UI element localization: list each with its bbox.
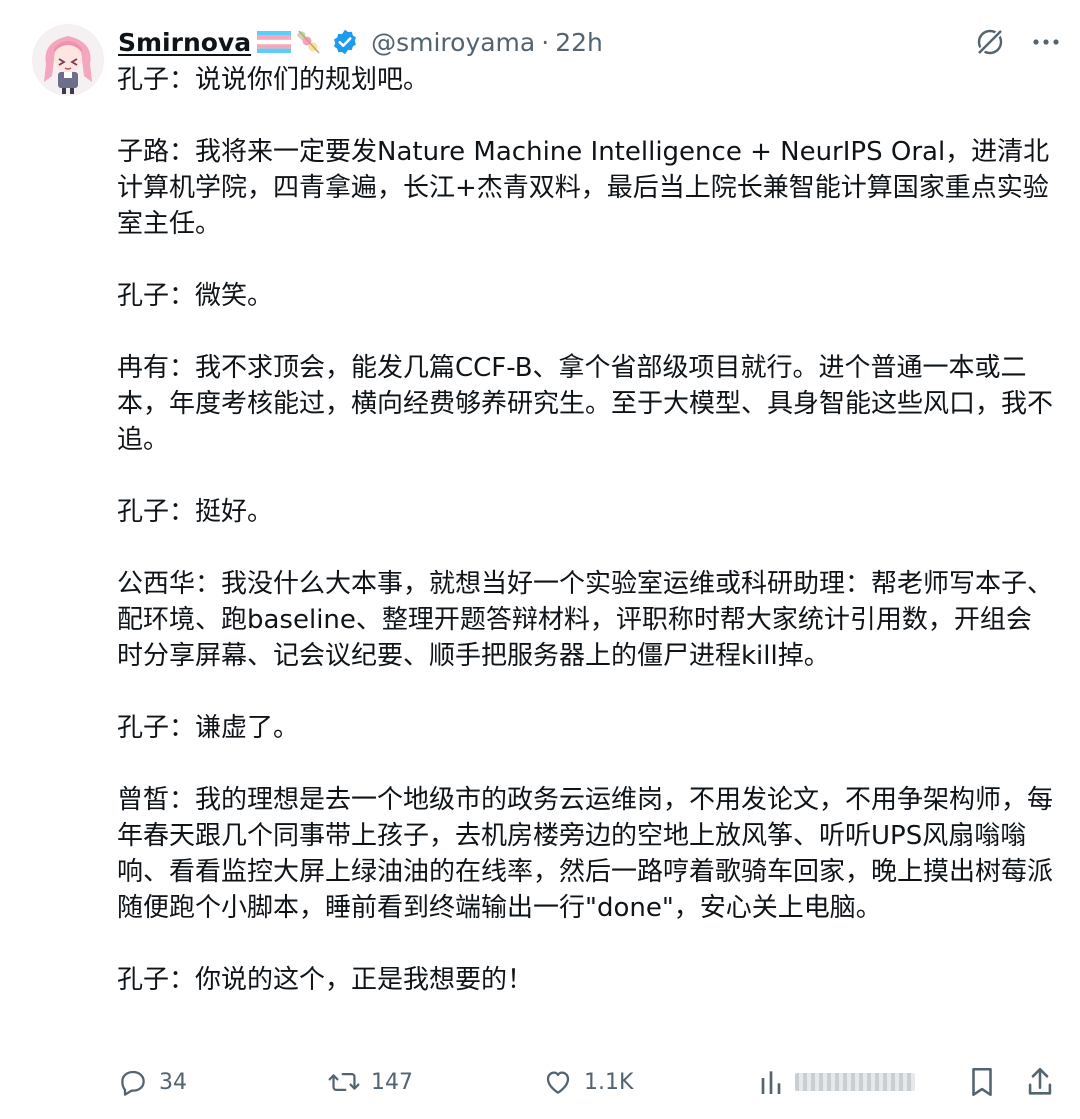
avatar[interactable]: [32, 24, 104, 96]
tweet-paragraph: 孔子：说说你们的规划吧。: [117, 65, 430, 95]
tweet-paragraph: 孔子：谦虚了。: [117, 713, 300, 743]
separator-dot: ·: [541, 27, 550, 57]
transgender-flag-icon: [257, 31, 292, 53]
reply-count: 34: [159, 1069, 187, 1095]
repost-button[interactable]: 147: [327, 1062, 413, 1102]
like-button[interactable]: 1.1K: [542, 1062, 633, 1102]
repost-count: 147: [371, 1069, 413, 1095]
grok-icon: [975, 27, 1005, 57]
reply-icon: [121, 1070, 145, 1096]
action-bar: 34 147 1.1K: [117, 1062, 1057, 1102]
verified-badge-icon: [334, 29, 357, 55]
sparkles-icon: [297, 30, 320, 54]
tweet: Smirnova @smiroyama · 22h 孔子：说说你们的规划吧。 子…: [0, 0, 1080, 1119]
timestamp[interactable]: 22h: [555, 28, 603, 57]
display-name[interactable]: Smirnova: [118, 28, 251, 57]
tweet-paragraph: 公西华：我没什么大本事，就想当好一个实验室运维或科研助理：帮老师写本子、配环境、…: [117, 569, 1054, 671]
tweet-paragraph: 孔子：你说的这个，正是我想要的！: [117, 965, 534, 995]
anime-girl-avatar-icon: [32, 24, 104, 96]
tweet-paragraph: 孔子：微笑。: [117, 281, 274, 311]
user-handle[interactable]: @smiroyama: [371, 28, 535, 57]
tweet-text: 孔子：说说你们的规划吧。 子路：我将来一定要发Nature Machine In…: [117, 62, 1057, 998]
reply-button[interactable]: 34: [117, 1062, 187, 1102]
tweet-paragraph: 曾皙：我的理想是去一个地级市的政务云运维岗，不用发论文，不用争架构师，每年春天跟…: [117, 785, 1054, 923]
like-count: 1.1K: [584, 1069, 634, 1095]
tweet-header: Smirnova @smiroyama · 22h: [118, 22, 603, 62]
bookmark-button[interactable]: [967, 1062, 1007, 1102]
more-dots-icon: [1033, 39, 1059, 45]
bookmark-icon: [972, 1067, 992, 1097]
views-chart-icon: [761, 1071, 781, 1094]
heart-icon: [546, 1071, 570, 1094]
tweet-paragraph: 子路：我将来一定要发Nature Machine Intelligence + …: [117, 137, 1050, 239]
views-count-blurred: [795, 1073, 915, 1091]
tweet-paragraph: 冉有：我不求顶会，能发几篇CCF-B、拿个省部级项目就行。进个普通一本或二本，年…: [117, 353, 1054, 455]
share-icon: [1028, 1067, 1052, 1095]
views-button[interactable]: [757, 1062, 915, 1102]
more-options-button[interactable]: [1026, 22, 1066, 62]
tweet-paragraph: 孔子：挺好。: [117, 497, 274, 527]
share-button[interactable]: [1025, 1062, 1065, 1102]
repost-icon: [328, 1073, 360, 1091]
grok-button[interactable]: [970, 22, 1010, 62]
